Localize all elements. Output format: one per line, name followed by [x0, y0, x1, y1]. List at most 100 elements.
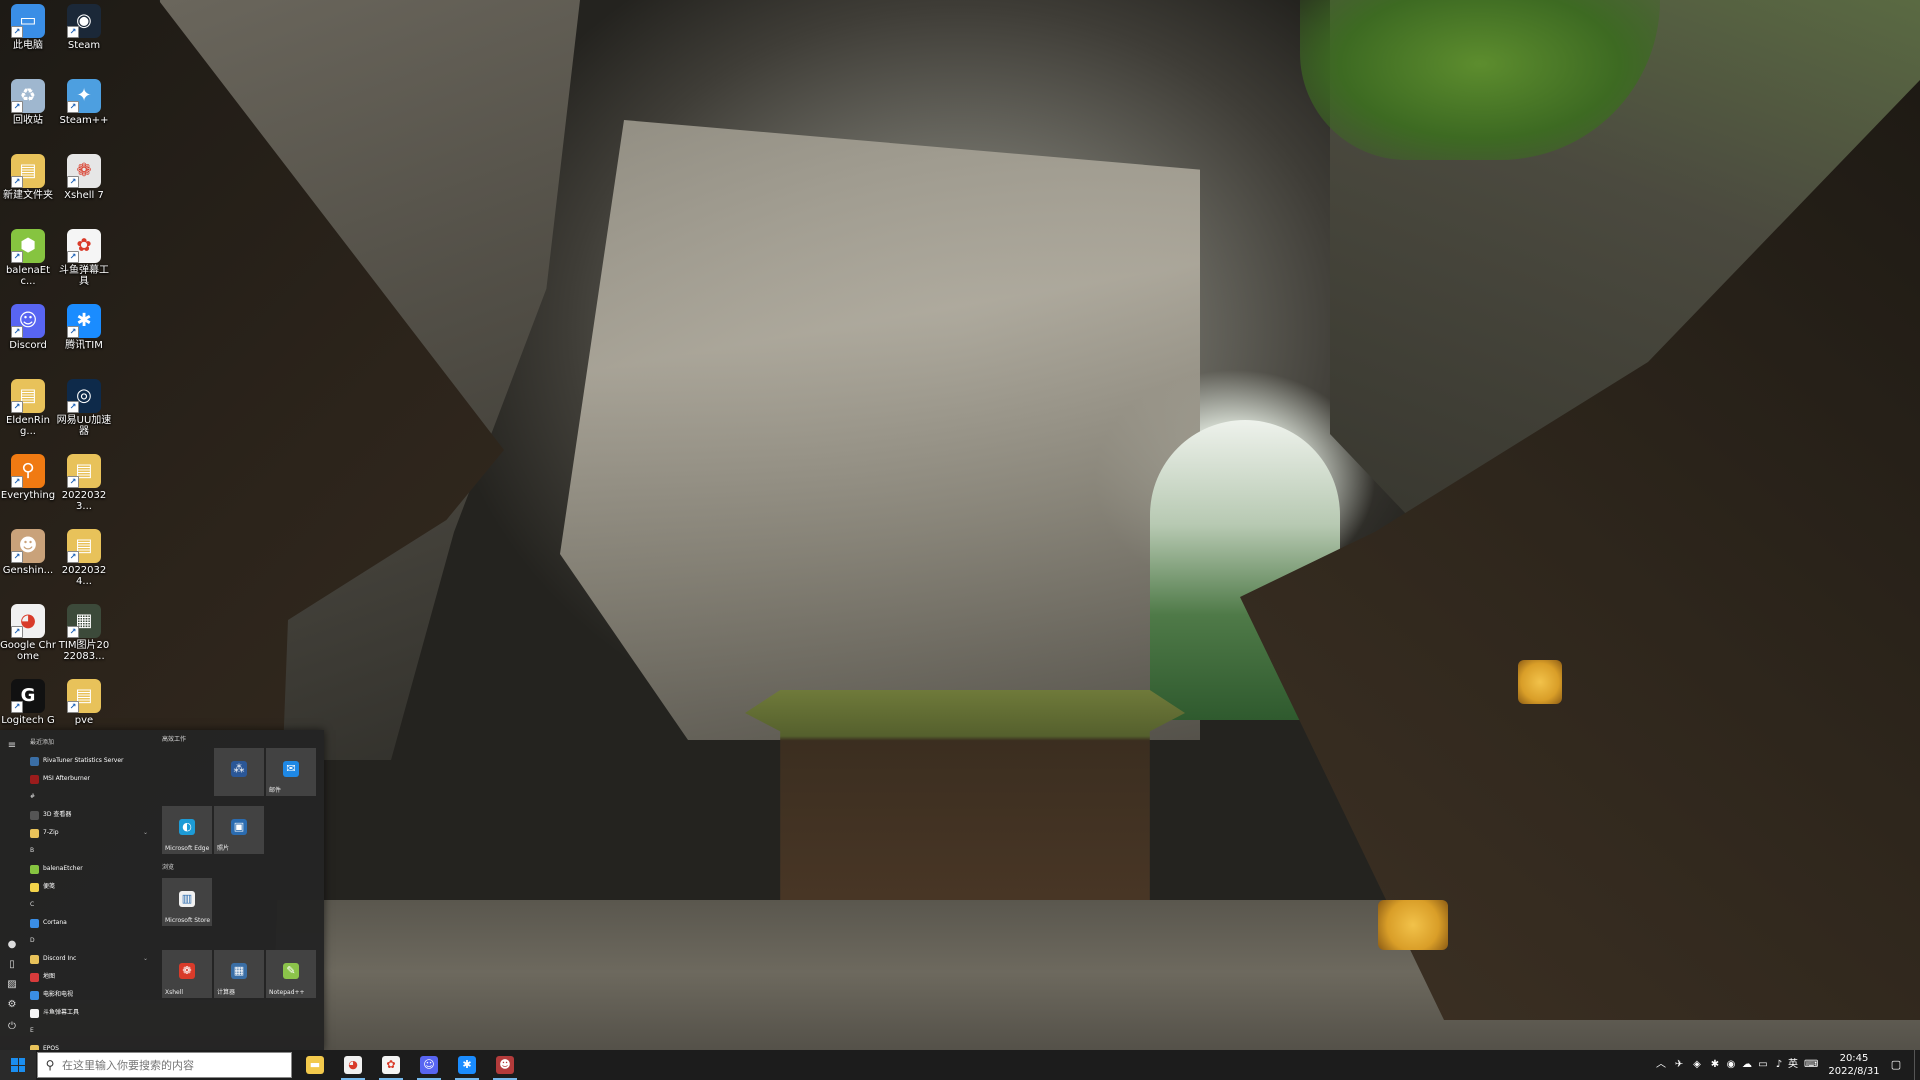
taskbar-app-button[interactable]: ◕	[338, 1050, 368, 1080]
search-input[interactable]	[62, 1058, 282, 1072]
desktop-shortcut[interactable]: G ↗ Logitech G	[0, 677, 56, 726]
app-list-item[interactable]: balenaEtcher	[26, 860, 156, 878]
pictures-icon[interactable]: ▨	[4, 977, 20, 993]
settings-gear-icon[interactable]: ⚙	[4, 997, 20, 1013]
app-list-item[interactable]: 斗鱼弹幕工具	[26, 1004, 156, 1022]
taskbar-clock[interactable]: 20:45 2022/8/31	[1826, 1052, 1882, 1078]
desktop-shortcut[interactable]: ▤ ↗ 20220323...	[56, 452, 112, 512]
tray-app-icon[interactable]: ◉	[1724, 1058, 1738, 1072]
desktop-shortcut-label: TIM图片2022083...	[58, 640, 110, 662]
notification-center-icon[interactable]: ▢	[1889, 1058, 1903, 1072]
taskbar-app-button[interactable]: ☺	[414, 1050, 444, 1080]
mail-icon: ✉	[283, 761, 299, 778]
movies-icon	[30, 990, 39, 1000]
app-list-item[interactable]: Discord Inc ⌄	[26, 950, 156, 968]
folder-icon	[30, 828, 39, 838]
desktop-shortcut[interactable]: ◉ ↗ Steam	[56, 2, 112, 51]
app-list-label: 斗鱼弹幕工具	[43, 1009, 80, 1016]
desktop-shortcut-label: balenaEtc...	[5, 265, 51, 287]
start-tile[interactable]: ⁂	[214, 748, 264, 796]
tray-app-icon[interactable]: ◈	[1690, 1058, 1704, 1072]
desktop-shortcut[interactable]: ☺ ↗ Discord	[0, 302, 56, 351]
user-avatar-icon[interactable]: ●	[4, 937, 20, 953]
taskbar-app-button[interactable]: ✱	[452, 1050, 482, 1080]
start-tile[interactable]: ◐ Microsoft Edge	[162, 806, 212, 854]
app-list-letter-header[interactable]: D	[26, 932, 156, 950]
3d-viewer-icon	[30, 810, 39, 820]
shortcut-arrow-icon: ↗	[67, 401, 79, 413]
wallpaper-lantern	[1378, 900, 1448, 950]
folder-icon: ▤ ↗	[11, 379, 45, 413]
ime-mode[interactable]: 英	[1786, 1058, 1800, 1072]
app-list-letter-header[interactable]: #	[26, 788, 156, 806]
app-list-item[interactable]: EPOS	[26, 1040, 156, 1050]
file-explorer-icon: ▬	[306, 1056, 324, 1074]
start-tile[interactable]: ❁ Xshell	[162, 950, 212, 998]
desktop-shortcut[interactable]: ▤ ↗ pve	[56, 677, 112, 726]
desktop-shortcut[interactable]: ◕ ↗ Google Chrome	[0, 602, 56, 662]
app-list-item[interactable]: 电影和电视	[26, 986, 156, 1004]
start-tile[interactable]: ✎ Notepad++	[266, 950, 316, 998]
desktop-shortcut[interactable]: ▦ ↗ TIM图片2022083...	[56, 602, 112, 662]
app-list-item[interactable]: 7-Zip ⌄	[26, 824, 156, 842]
taskbar-app-button[interactable]: ✿	[376, 1050, 406, 1080]
desktop-shortcut[interactable]: ✿ ↗ 斗鱼弹幕工具	[56, 227, 112, 287]
start-app-list[interactable]: 最近添加 RivaTuner Statistics Server MSI Afte…	[26, 734, 156, 1050]
desktop-shortcut-label: 腾讯TIM	[65, 340, 103, 351]
app-list-item[interactable]: 地图	[26, 968, 156, 986]
edge-icon: ◐	[179, 819, 195, 836]
app-list-item[interactable]: 3D 查看器	[26, 806, 156, 824]
shortcut-arrow-icon: ↗	[11, 176, 23, 188]
app-list-item[interactable]: RivaTuner Statistics Server	[26, 752, 156, 770]
shortcut-arrow-icon: ↗	[11, 101, 23, 113]
volume-icon[interactable]: ♪	[1772, 1058, 1786, 1072]
start-tile[interactable]: ▦ 计算器	[214, 950, 264, 998]
start-tile[interactable]: ▥ Microsoft Store	[162, 878, 212, 926]
desktop-shortcut[interactable]: ▤ ↗ 20220324...	[56, 527, 112, 587]
desktop-shortcut[interactable]: ☻ ↗ Genshin...	[0, 527, 56, 576]
app-list-letter-header[interactable]: C	[26, 896, 156, 914]
desktop-shortcut[interactable]: ▤ ↗ EldenRing...	[0, 377, 56, 437]
taskbar-app-button[interactable]: ☻	[490, 1050, 520, 1080]
network-icon[interactable]: ▭	[1756, 1058, 1770, 1072]
power-icon[interactable]: ⏻	[4, 1019, 20, 1035]
shortcut-arrow-icon: ↗	[67, 251, 79, 263]
show-desktop-button[interactable]	[1914, 1050, 1920, 1080]
desktop-shortcut[interactable]: ⬢ ↗ balenaEtc...	[0, 227, 56, 287]
start-button[interactable]	[0, 1050, 36, 1080]
app-list-label: Cortana	[43, 919, 67, 926]
app-list-letter-header[interactable]: B	[26, 842, 156, 860]
app-list-item[interactable]: MSI Afterburner	[26, 770, 156, 788]
shortcut-arrow-icon: ↗	[67, 551, 79, 563]
desktop-shortcut[interactable]: ▤ ↗ 新建文件夹	[0, 152, 56, 201]
onedrive-icon[interactable]: ☁	[1740, 1058, 1754, 1072]
desktop-shortcut[interactable]: ❁ ↗ Xshell 7	[56, 152, 112, 201]
computer-icon: ▭ ↗	[11, 4, 45, 38]
taskbar: ⚲ ▬◕✿☺✱☻ ︿✈◈✱◉☁▭♪英⌨ 20:45 2022/8/31 ▢	[0, 1050, 1920, 1080]
start-tile[interactable]: ✉ 邮件	[266, 748, 316, 796]
photos-icon: ▣	[231, 819, 247, 836]
steam-plus-icon: ✦ ↗	[67, 79, 101, 113]
desktop-shortcut[interactable]: ♻ ↗ 回收站	[0, 77, 56, 126]
hamburger-menu-icon[interactable]: ≡	[4, 738, 20, 754]
tray-app-icon[interactable]: ✱	[1708, 1058, 1722, 1072]
desktop-shortcut[interactable]: ⚲ ↗ Everything	[0, 452, 56, 501]
app-list-letter-header[interactable]: E	[26, 1022, 156, 1040]
desktop-shortcut[interactable]: ✱ ↗ 腾讯TIM	[56, 302, 112, 351]
taskbar-app-button[interactable]: ▬	[300, 1050, 330, 1080]
app-list-label: 7-Zip	[43, 829, 59, 836]
app-list-item[interactable]: Cortana	[26, 914, 156, 932]
desktop-shortcut[interactable]: ✦ ↗ Steam++	[56, 77, 112, 126]
xshell-icon: ❁ ↗	[67, 154, 101, 188]
maps-icon	[30, 972, 39, 982]
document-icon[interactable]: ▯	[4, 957, 20, 973]
desktop-shortcut[interactable]: ▭ ↗ 此电脑	[0, 2, 56, 51]
tray-app-icon[interactable]: ✈	[1672, 1058, 1686, 1072]
start-tile[interactable]: ▣ 照片	[214, 806, 264, 854]
ime-keyboard-icon[interactable]: ⌨	[1804, 1058, 1818, 1072]
chevron-up-icon[interactable]: ︿	[1654, 1058, 1668, 1072]
calculator-icon: ▦	[231, 963, 247, 980]
app-list-item[interactable]: 便笺	[26, 878, 156, 896]
desktop-shortcut[interactable]: ◎ ↗ 网易UU加速器	[56, 377, 112, 437]
taskbar-search[interactable]: ⚲	[37, 1052, 292, 1078]
